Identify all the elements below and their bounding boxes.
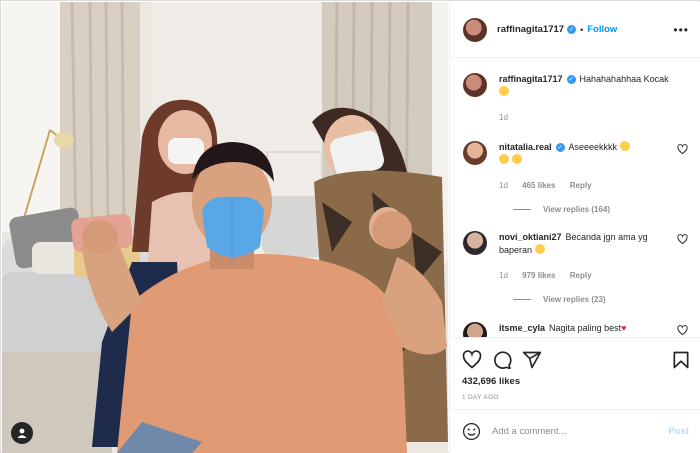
caption-time: 1d [499,113,508,122]
list-item: nitatalia.real ✓ Aseeeekkkk 1d 465 likes R… [463,141,688,221]
caption-avatar[interactable] [463,73,487,97]
author-username[interactable]: raffinagita1717 [497,24,564,35]
post-photo[interactable] [2,2,448,453]
replies-divider [513,209,531,210]
list-item: itsme_cyla Nagita paling best♥ [463,322,688,337]
caption-body: raffinagita1717 ✓ Hahahahahhaa Kocak [499,73,674,99]
verified-badge-icon: ✓ [566,75,576,85]
comment-icon[interactable] [492,350,512,370]
grinning-emoji-icon [499,154,509,164]
post-timestamp[interactable]: 1 DAY AGO [462,394,499,401]
comment-body: itsme_cyla Nagita paling best♥ [499,322,674,335]
comment-username[interactable]: novi_oktiani27 [499,232,562,242]
caption: raffinagita1717 ✓ Hahahahahhaa Kocak 1d [463,73,688,133]
heart-icon[interactable] [462,350,482,370]
view-replies-button[interactable]: View replies (164) [513,205,610,214]
like-comment-heart-icon[interactable] [677,144,688,155]
post-actions: 432,696 likes 1 DAY AGO [450,337,700,409]
comments-list[interactable]: raffinagita1717 ✓ Hahahahahhaa Kocak 1d ni… [450,59,700,337]
instagram-post-modal: raffinagita1717 ✓ • Follow ••• raffinagi… [0,0,700,453]
more-options-icon[interactable]: ••• [673,23,689,37]
view-replies-label: View replies (164) [543,205,610,214]
grinning-emoji-icon [619,141,630,151]
tagged-user-icon[interactable] [11,422,33,444]
grinning-emoji-icon [511,154,522,164]
laughing-emoji-icon [499,86,509,96]
verified-badge-icon: ✓ [567,25,577,34]
comment-body: nitatalia.real ✓ Aseeeekkkk [499,141,674,167]
comment-time: 1d [499,181,508,190]
share-icon[interactable] [522,350,542,370]
post-comment-button[interactable]: Post [668,426,689,437]
likes-count[interactable]: 432,696 likes [462,376,520,387]
caption-username[interactable]: raffinagita1717 [499,74,563,84]
view-replies-label: View replies (23) [543,295,606,304]
replies-divider [513,299,531,300]
comment-meta: 1d 979 likes Reply [499,271,604,280]
comment-meta: 1d 465 likes Reply [499,181,604,190]
laughing-emoji-icon [534,244,545,254]
red-heart-emoji-icon: ♥ [621,323,627,333]
comment-text: Nagita paling best [549,323,622,333]
commenter-avatar[interactable] [463,141,487,165]
reply-button[interactable]: Reply [570,271,592,280]
emoji-picker-icon[interactable] [462,422,481,441]
comment-body: novi_oktiani27 Becanda jgn ama yg baperan [499,231,674,257]
comment-username[interactable]: itsme_cyla [499,323,545,333]
add-comment-bar: Post [450,409,700,453]
comment-text: Aseeeekkkk [568,142,618,152]
separator-dot: • [580,24,584,35]
post-header: raffinagita1717 ✓ • Follow ••• [450,2,700,58]
view-replies-button[interactable]: View replies (23) [513,295,606,304]
verified-badge-icon: ✓ [555,143,565,153]
follow-button[interactable]: Follow [587,24,617,35]
caption-text: Hahahahahhaa Kocak [579,74,669,84]
comment-likes[interactable]: 979 likes [522,271,555,280]
list-item: novi_oktiani27 Becanda jgn ama yg baperan… [463,231,688,311]
caption-meta: 1d [499,113,520,122]
commenter-avatar[interactable] [463,322,487,337]
like-comment-heart-icon[interactable] [677,234,688,245]
bookmark-icon[interactable] [671,350,691,370]
commenter-avatar[interactable] [463,231,487,255]
comment-input[interactable] [492,422,652,441]
post-side-panel: raffinagita1717 ✓ • Follow ••• raffinagi… [449,2,700,453]
reply-button[interactable]: Reply [570,181,592,190]
comment-username[interactable]: nitatalia.real [499,142,552,152]
author-avatar[interactable] [463,17,487,42]
person-icon [17,428,27,438]
comment-time: 1d [499,271,508,280]
like-comment-heart-icon[interactable] [677,325,688,336]
comment-likes[interactable]: 465 likes [522,181,555,190]
photo-illustration [2,2,448,453]
